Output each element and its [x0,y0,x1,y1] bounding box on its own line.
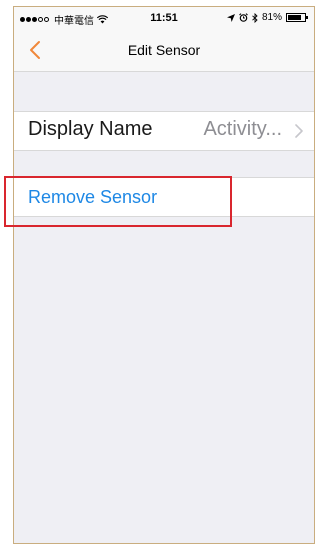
phone-screen: 中華電信 11:51 81% Edit Sensor Display Name … [13,6,315,544]
alarm-icon [239,13,248,22]
battery-icon [286,13,308,22]
battery-level-fill [288,15,301,20]
navigation-bar: Edit Sensor [14,29,314,72]
display-name-value: Activity... [203,118,282,140]
remove-sensor-row[interactable]: Remove Sensor [14,177,314,217]
location-arrow-icon [226,13,235,22]
bluetooth-icon [252,12,258,23]
display-name-row[interactable]: Display Name Activity... [14,111,314,151]
status-bar: 中華電信 11:51 81% [14,7,314,29]
page-title: Edit Sensor [127,42,201,58]
status-right: 81% [226,12,308,23]
remove-sensor-button[interactable]: Remove Sensor [28,187,157,208]
display-name-label: Display Name [28,118,153,140]
chevron-right-icon [295,124,303,138]
battery-percent: 81% [261,12,282,23]
